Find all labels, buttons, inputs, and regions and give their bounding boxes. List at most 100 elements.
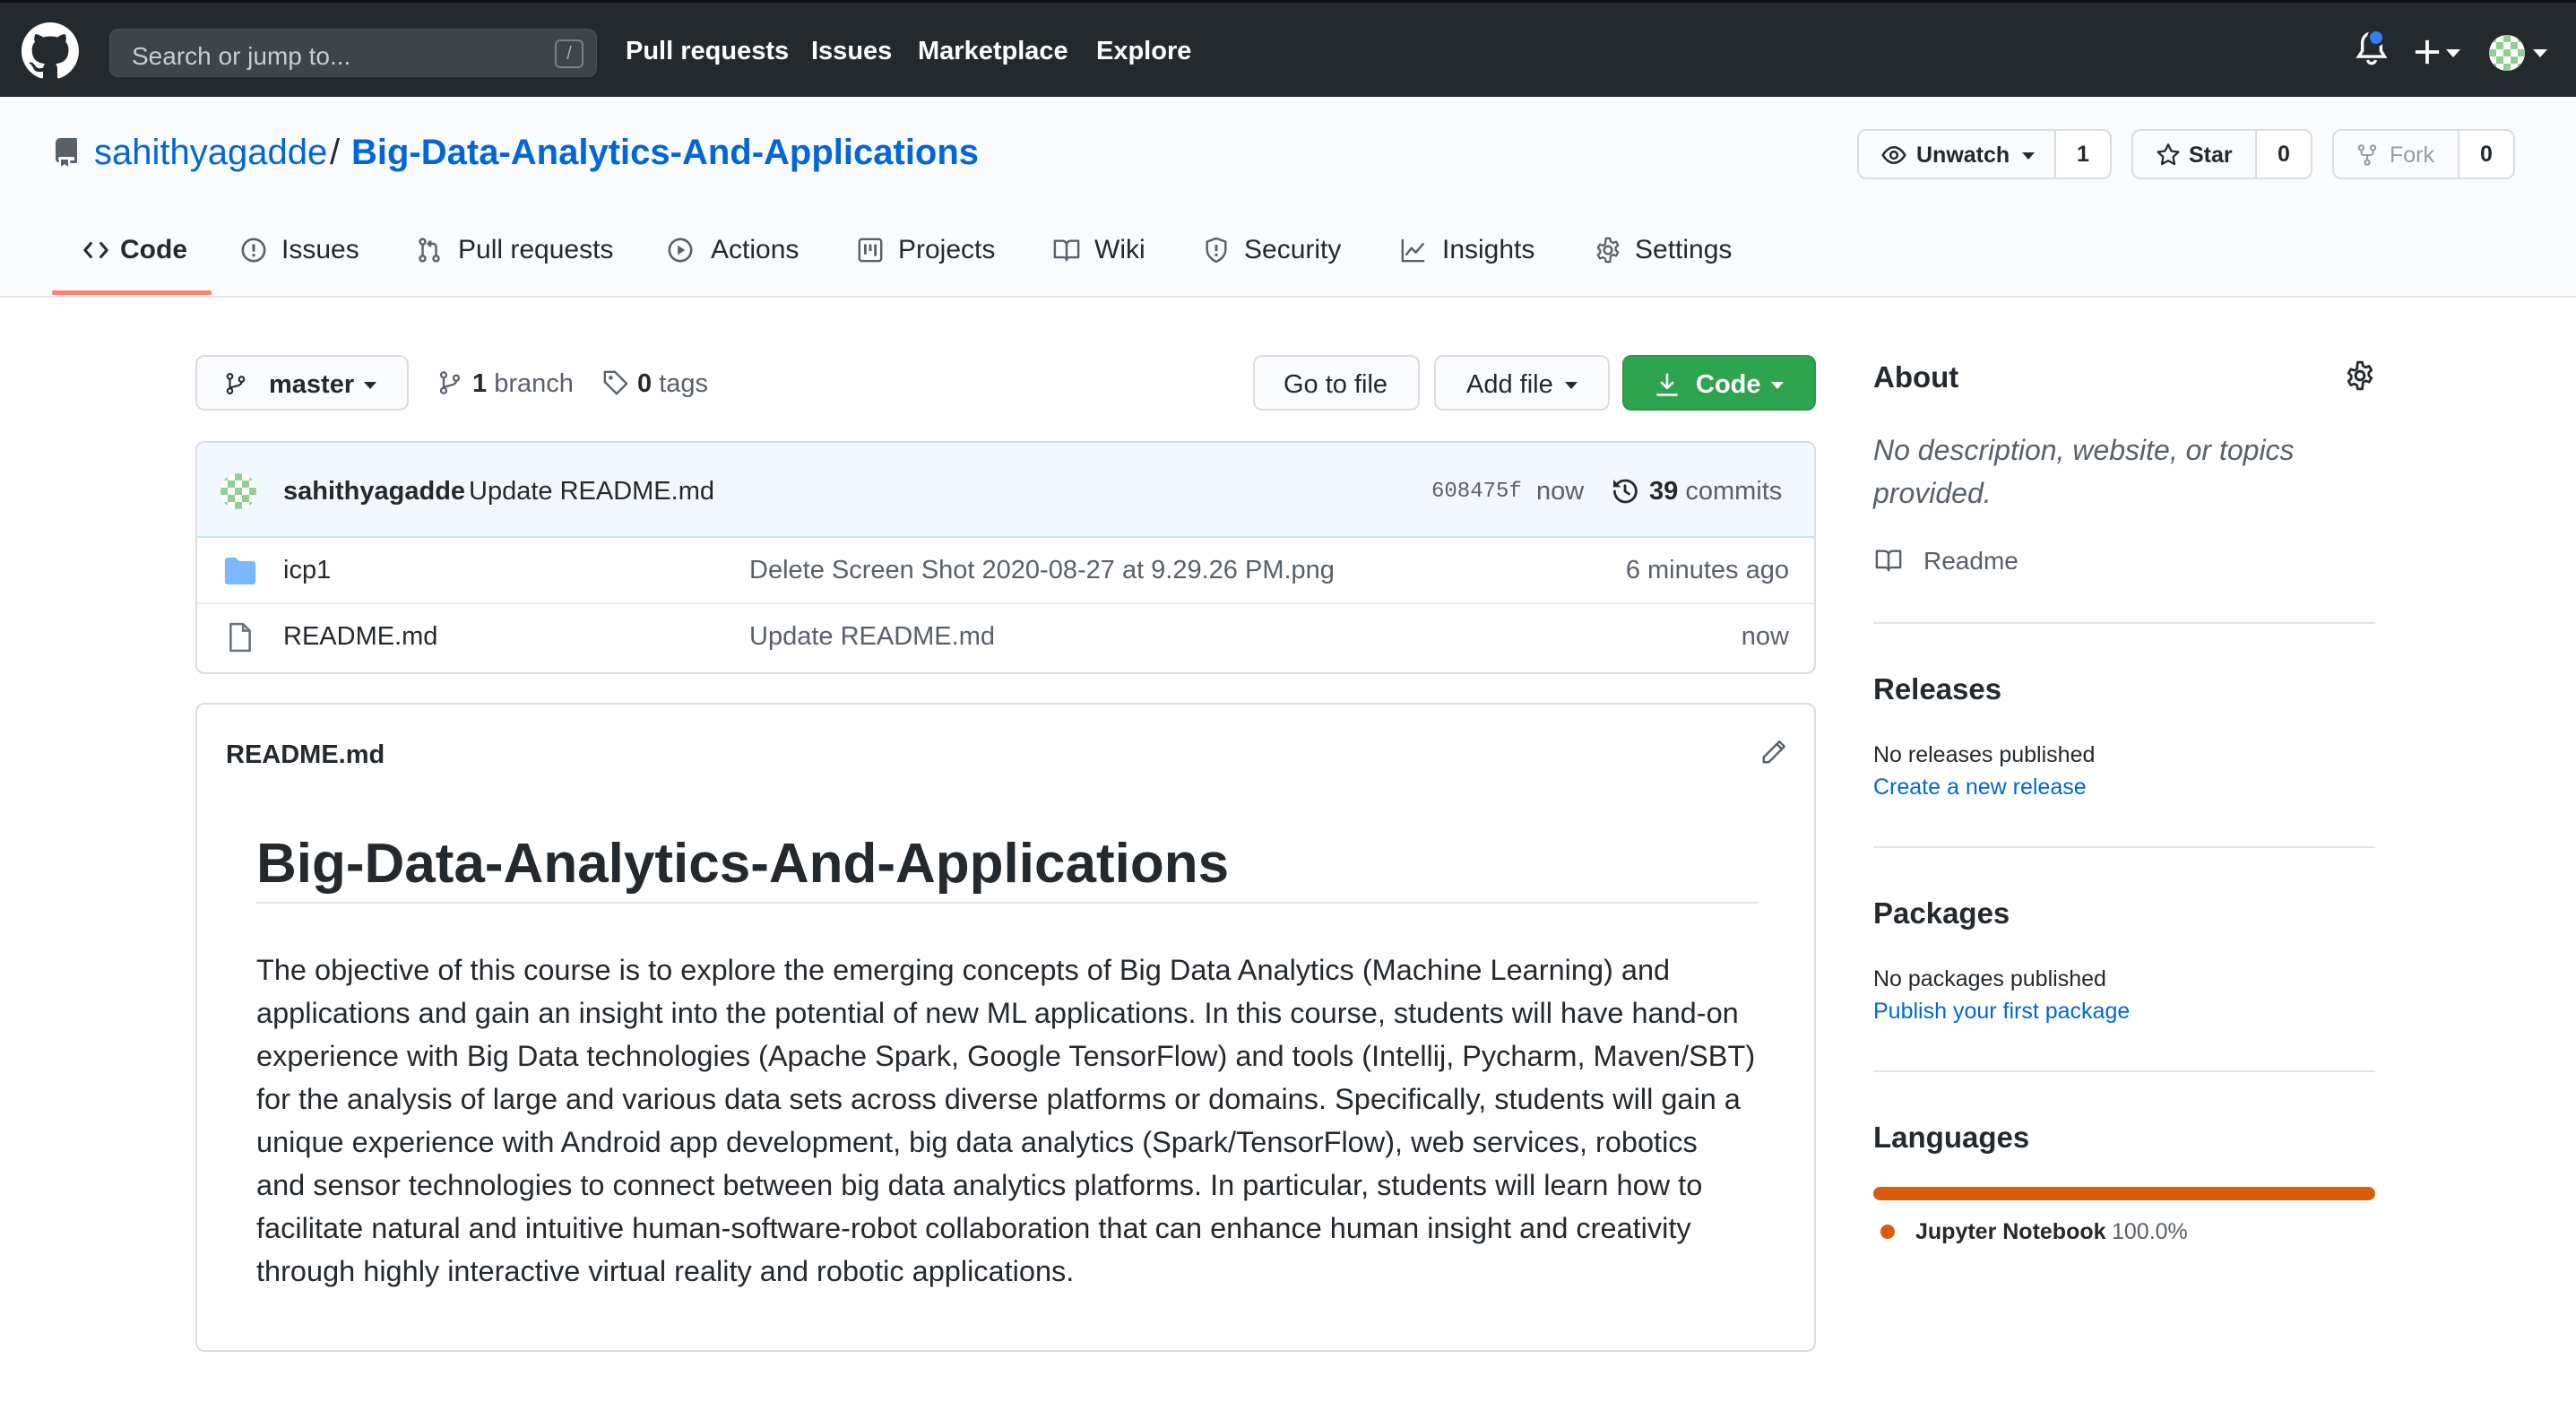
branch-select-button[interactable]: master [195, 355, 409, 411]
tab-actions-label: Actions [711, 235, 800, 264]
readme-line: experience with Big Data technologies (A… [256, 1040, 1756, 1072]
plus-icon[interactable] [2414, 39, 2441, 65]
graph-icon [1398, 237, 1429, 264]
branch-count-link[interactable]: 1 branch [472, 369, 574, 399]
create-release-link[interactable]: Create a new release [1873, 775, 2087, 801]
commit-sha[interactable]: 608475f [1431, 480, 1522, 504]
book-icon [1052, 237, 1081, 264]
readme-line: The objective of this course is to explo… [256, 954, 1671, 986]
readme-book-icon [1873, 547, 1904, 574]
unwatch-button[interactable]: Unwatch [1857, 129, 2056, 179]
gear-icon [1594, 237, 1622, 264]
readme-line: facilitate natural and intuitive human-s… [256, 1212, 1691, 1244]
add-file-label: Add file [1466, 370, 1553, 399]
code-button-label: Code [1696, 370, 1761, 399]
nav-marketplace[interactable]: Marketplace [918, 37, 1068, 66]
fork-button[interactable]: Fork [2332, 129, 2459, 179]
file-name[interactable]: README.md [283, 622, 437, 652]
tab-insights-label: Insights [1442, 235, 1535, 264]
project-board-icon [857, 237, 884, 264]
eye-icon [1880, 143, 1907, 168]
add-file-button[interactable]: Add file [1434, 355, 1610, 411]
readme-panel: README.md Big-Data-Analytics-And-Applica… [195, 703, 1816, 1352]
language-percent: 100.0% [2112, 1219, 2188, 1244]
tag-count: 0 [637, 369, 653, 398]
history-icon [1610, 477, 1640, 506]
tab-security-label: Security [1244, 235, 1342, 264]
global-header: Search or jump to... / Pull requests Iss… [0, 0, 2576, 97]
readme-heading: Big-Data-Analytics-And-Applications [256, 832, 1759, 904]
readme-link[interactable]: Readme [1923, 547, 2018, 576]
star-button[interactable]: Star [2131, 129, 2257, 179]
tag-word: tags [659, 369, 709, 398]
packages-heading[interactable]: Packages [1873, 896, 2010, 931]
branch-icon [224, 370, 247, 397]
folder-icon [224, 558, 256, 584]
publish-package-link[interactable]: Publish your first package [1873, 999, 2130, 1025]
about-heading: About [1873, 360, 1959, 394]
star-icon [2155, 143, 2182, 168]
repo-name-link[interactable]: Big-Data-Analytics-And-Applications [351, 133, 979, 173]
commits-word: commits [1685, 477, 1783, 506]
releases-heading[interactable]: Releases [1873, 672, 2001, 706]
tab-wiki-label: Wiki [1094, 235, 1145, 264]
repo-owner-link[interactable]: sahithyagadde [94, 133, 327, 173]
language-color-dot [1880, 1225, 1895, 1239]
tag-count-link[interactable]: 0 tags [637, 369, 708, 399]
search-input[interactable]: Search or jump to... / [109, 29, 597, 77]
branch-count: 1 [472, 369, 488, 398]
file-commit-message[interactable]: Delete Screen Shot 2020-08-27 at 9.29.26… [749, 556, 1335, 585]
branch-word: branch [494, 369, 574, 398]
readme-line: unique experience with Android app devel… [256, 1126, 1698, 1158]
pull-request-icon [416, 237, 443, 264]
nav-explore[interactable]: Explore [1096, 37, 1191, 66]
file-row-icp1[interactable]: icp1 Delete Screen Shot 2020-08-27 at 9.… [197, 538, 1814, 604]
play-icon [667, 237, 694, 264]
github-logo-icon[interactable] [22, 22, 79, 80]
file-row-readme[interactable]: README.md Update README.md now [197, 604, 1814, 671]
sidebar-divider [1873, 846, 2375, 848]
branches-icon [437, 369, 462, 396]
language-bar [1873, 1187, 2375, 1200]
download-icon [1655, 371, 1680, 398]
nav-pull-requests[interactable]: Pull requests [626, 37, 789, 66]
commit-count-link[interactable]: 39 commits [1649, 477, 1782, 506]
fork-icon [2356, 143, 2379, 168]
file-commit-time: now [1741, 622, 1789, 651]
commit-message[interactable]: Update README.md [469, 477, 714, 506]
go-to-file-button[interactable]: Go to file [1253, 355, 1420, 411]
readme-line: through highly interactive virtual reali… [256, 1255, 1075, 1287]
readme-filename: README.md [226, 740, 385, 769]
pencil-icon[interactable] [1760, 739, 1787, 766]
sidebar-divider [1873, 622, 2375, 624]
unwatch-caret [2022, 152, 2035, 160]
branch-caret [364, 382, 376, 389]
commit-time: now [1536, 477, 1585, 506]
fork-count[interactable]: 0 [2459, 129, 2515, 179]
commit-author-avatar[interactable] [220, 473, 256, 509]
file-commit-message[interactable]: Update README.md [749, 622, 995, 652]
commit-author[interactable]: sahithyagadde [283, 477, 465, 506]
latest-commit-row: sahithyagadde Update README.md 608475f n… [197, 443, 1814, 538]
file-name[interactable]: icp1 [283, 556, 331, 585]
readme-line: and sensor technologies to connect betwe… [256, 1169, 1703, 1201]
nav-issues[interactable]: Issues [811, 37, 892, 66]
readme-line: for the analysis of large and various da… [256, 1083, 1741, 1115]
tab-projects-label: Projects [898, 235, 996, 264]
language-name[interactable]: Jupyter Notebook [1915, 1219, 2106, 1245]
about-settings-gear-icon[interactable] [2345, 360, 2375, 391]
unwatch-label: Unwatch [1916, 143, 2010, 168]
avatar-dropdown-caret [2533, 49, 2547, 57]
tag-icon [602, 369, 629, 396]
star-count[interactable]: 0 [2257, 129, 2312, 179]
tab-issues-label: Issues [281, 235, 359, 264]
user-avatar[interactable] [2489, 35, 2525, 71]
active-tab-indicator [52, 290, 212, 295]
file-list: sahithyagadde Update README.md 608475f n… [195, 441, 1816, 674]
repo-path-separator: / [330, 133, 341, 172]
code-download-button[interactable]: Code [1622, 355, 1816, 411]
languages-heading: Languages [1873, 1121, 2030, 1154]
code-button-caret [1771, 382, 1784, 389]
watch-count[interactable]: 1 [2056, 129, 2112, 179]
readme-paragraph: The objective of this course is to explo… [256, 948, 1780, 1293]
